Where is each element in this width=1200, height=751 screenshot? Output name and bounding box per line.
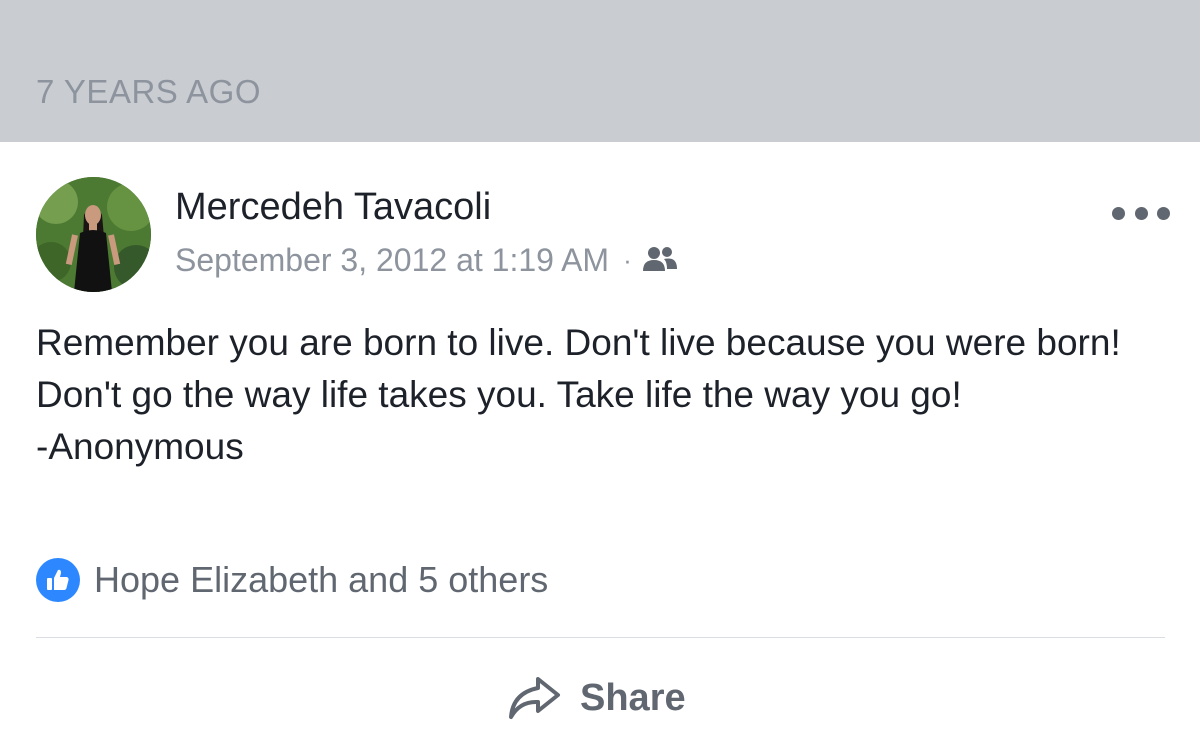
more-dot [1157,206,1170,220]
memory-header: 7 YEARS AGO [0,0,1200,142]
more-dot [1134,206,1148,220]
share-label: Share [580,676,686,719]
post-card: Mercedeh Tavacoli September 3, 2012 at 1… [0,142,1200,751]
memory-label: 7 YEARS AGO [36,73,261,110]
post-meta: September 3, 2012 at 1:19 AM · [175,240,678,280]
reactions-summary[interactable]: Hope Elizabeth and 5 others [36,558,548,602]
author-name[interactable]: Mercedeh Tavacoli [175,186,491,229]
avatar-photo [36,177,151,292]
more-dot [1112,206,1125,220]
more-options-icon[interactable] [1112,200,1170,226]
meta-separator: · [623,244,632,275]
share-button[interactable]: Share [506,670,686,726]
post-text: Remember you are born to live. Don't liv… [36,322,1121,467]
post-timestamp[interactable]: September 3, 2012 at 1:19 AM [175,242,609,279]
friends-icon[interactable] [642,245,678,275]
share-arrow-icon [506,673,562,723]
reactions-text: Hope Elizabeth and 5 others [94,559,549,600]
actions-divider [36,637,1165,638]
like-icon [36,558,80,602]
author-avatar[interactable] [36,177,151,292]
